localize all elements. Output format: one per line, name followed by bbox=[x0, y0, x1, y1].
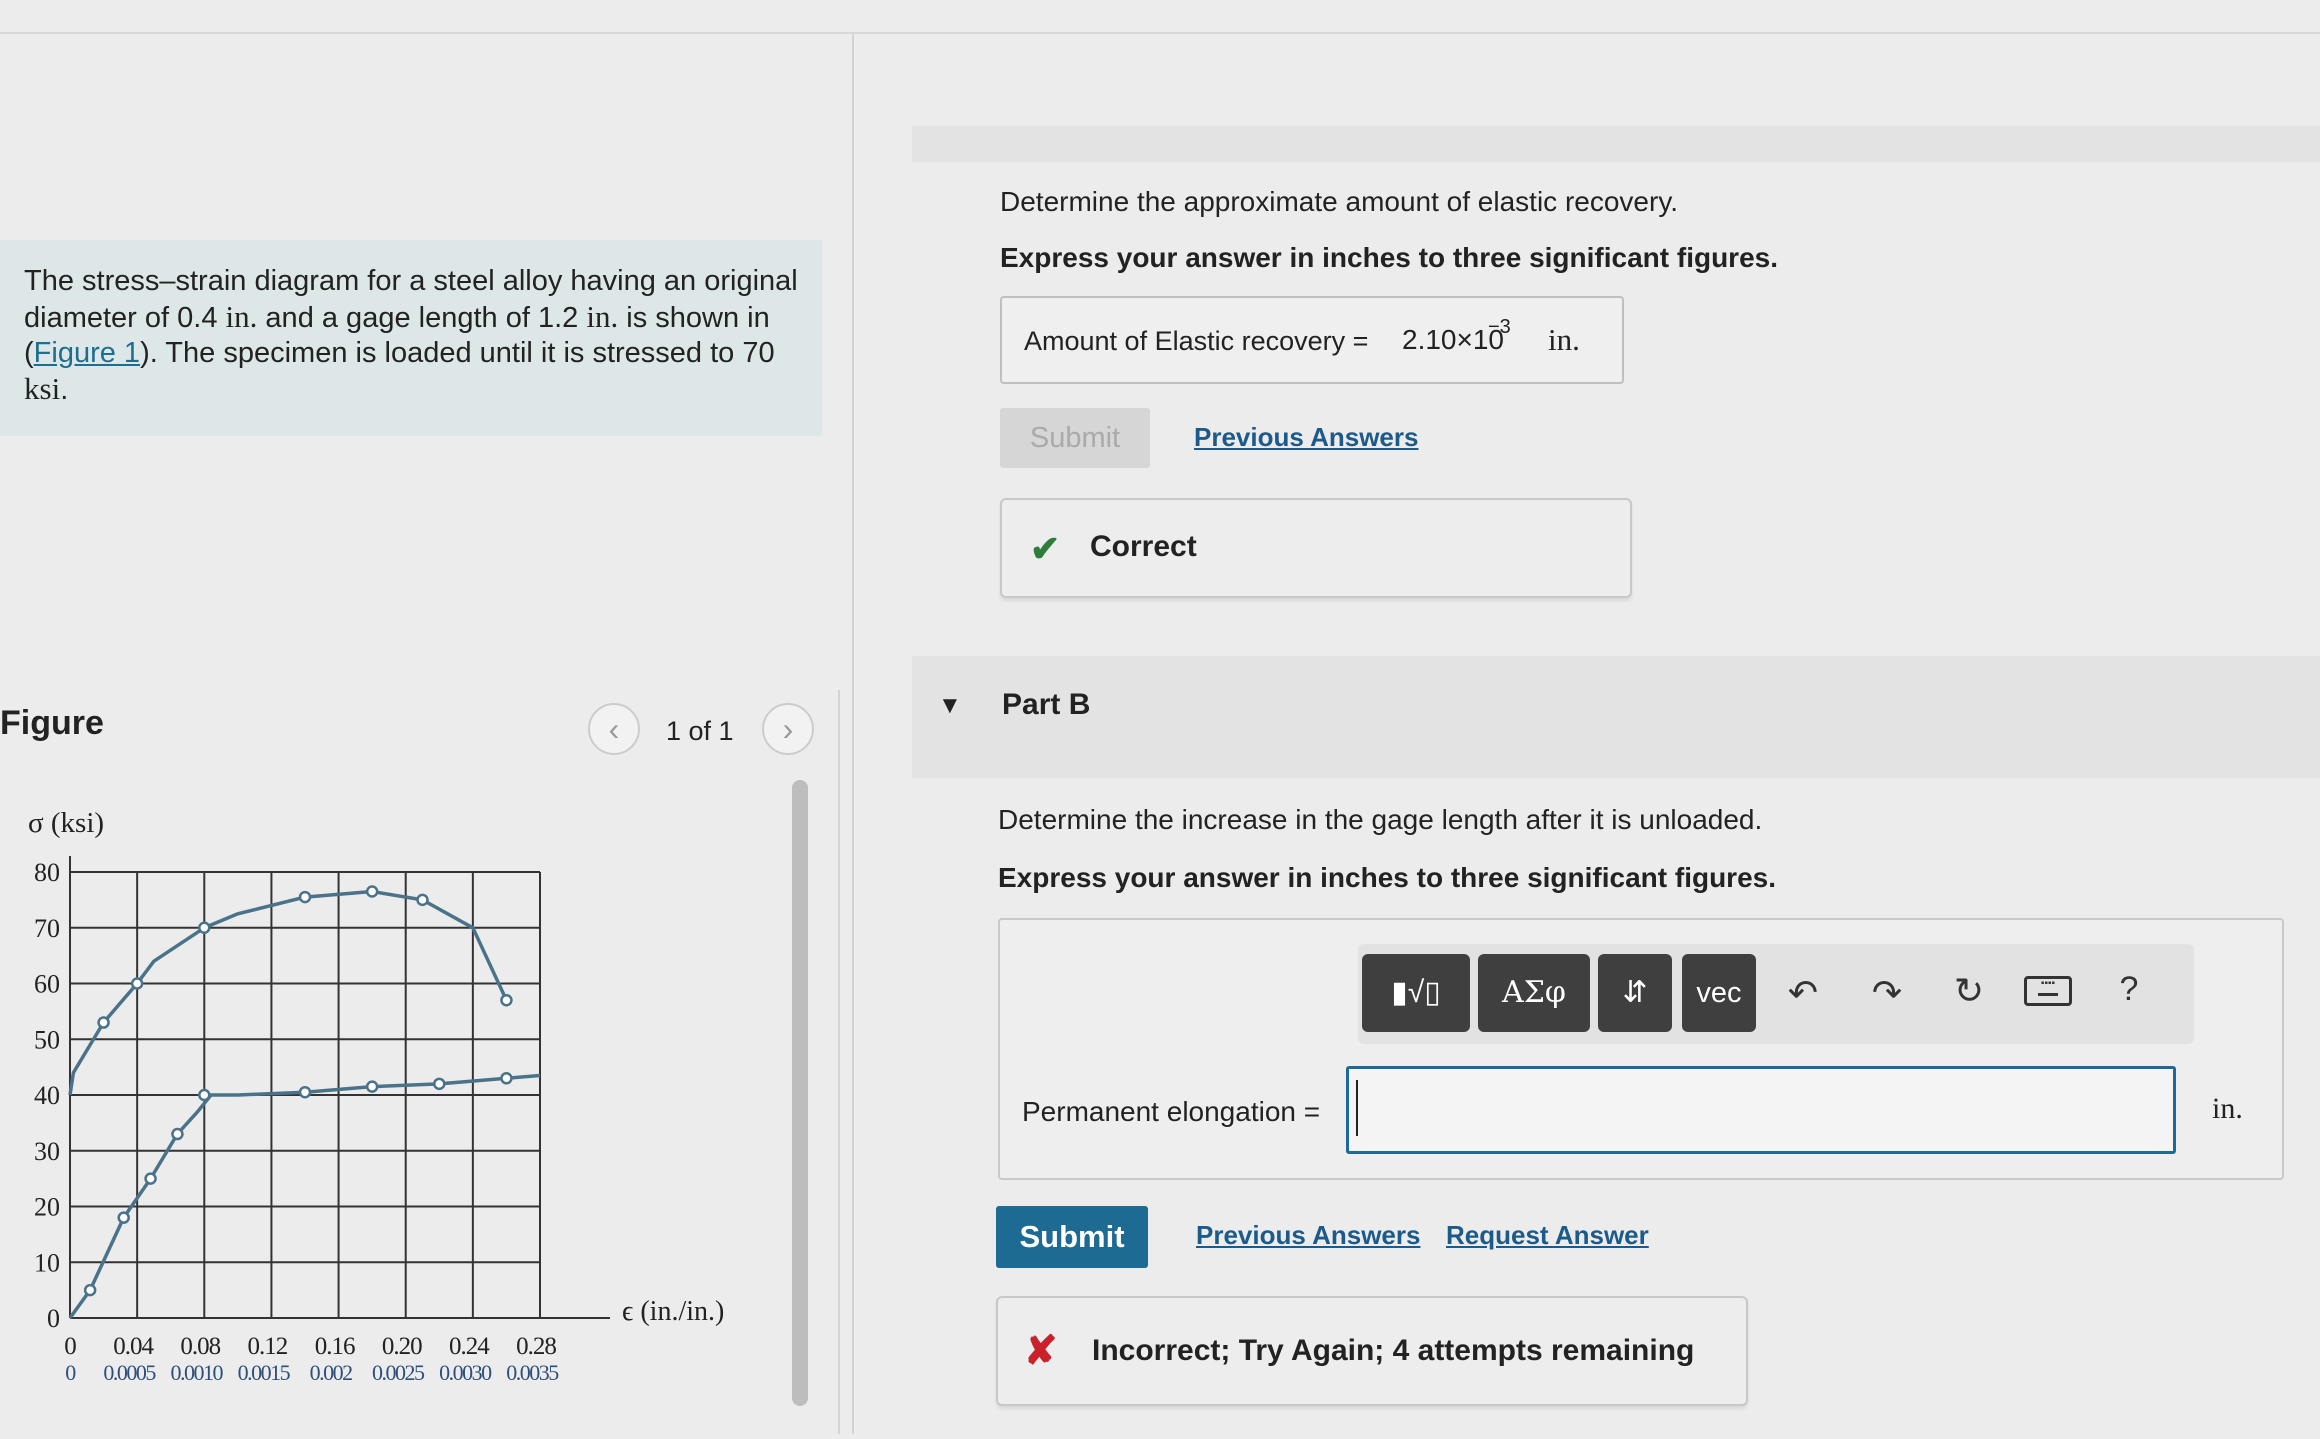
x-tick-label-top: 0.04 bbox=[113, 1333, 154, 1360]
y-tick-label: 10 bbox=[34, 1248, 60, 1277]
top-divider bbox=[0, 32, 2320, 34]
data-point bbox=[365, 885, 379, 898]
data-point bbox=[500, 1072, 513, 1085]
data-point bbox=[130, 977, 144, 990]
page-indicator: 1 of 1 bbox=[666, 716, 734, 746]
data-point bbox=[500, 993, 513, 1007]
x-tick-label-bottom: 0 bbox=[65, 1360, 76, 1385]
unit-in: in. bbox=[586, 299, 619, 334]
x-tick-label-bottom: 0.0025 bbox=[372, 1360, 425, 1385]
data-point bbox=[298, 1085, 312, 1099]
checkmark-icon: ✔ bbox=[1030, 528, 1061, 569]
arrows-button[interactable]: ⇵ bbox=[1598, 954, 1672, 1032]
x-tick-label-bottom: 0.0005 bbox=[103, 1360, 156, 1385]
x-icon: ✘ bbox=[1024, 1329, 1058, 1373]
part-a-previous-answers-link[interactable]: Previous Answers bbox=[1194, 422, 1418, 453]
y-tick-label: 30 bbox=[34, 1137, 60, 1166]
greek-symbols-button[interactable]: ΑΣφ bbox=[1478, 954, 1590, 1032]
x-tick-label-top: 0.20 bbox=[382, 1333, 422, 1360]
permanent-elongation-unit: in. bbox=[2212, 1092, 2243, 1125]
part-a-instruction: Express your answer in inches to three s… bbox=[1000, 242, 1778, 273]
chevron-left-icon: ‹ bbox=[608, 711, 620, 747]
next-figure-button[interactable]: › bbox=[762, 703, 814, 755]
x-tick-label-bottom: 0.0035 bbox=[506, 1360, 559, 1385]
x-axis-label: ϵ (in./in.) bbox=[622, 1296, 724, 1327]
part-b-header[interactable] bbox=[912, 656, 2320, 778]
part-b-title[interactable]: Part B bbox=[1002, 688, 1090, 722]
x-tick-label-top: 0 bbox=[64, 1333, 76, 1360]
y-tick-label: 80 bbox=[34, 858, 60, 887]
figure-link[interactable]: Figure 1 bbox=[34, 337, 140, 369]
x-tick-label-top: 0.08 bbox=[180, 1333, 220, 1360]
x-tick-label-bottom: 0.0010 bbox=[171, 1360, 224, 1385]
y-tick-label: 60 bbox=[34, 970, 60, 999]
part-a-question: Determine the approximate amount of elas… bbox=[1000, 186, 1679, 217]
data-point bbox=[433, 1077, 446, 1091]
pane-divider bbox=[852, 34, 854, 1434]
data-point bbox=[97, 1016, 110, 1029]
data-point bbox=[117, 1211, 130, 1224]
y-tick-label: 0 bbox=[47, 1304, 60, 1333]
part-b-previous-answers-link[interactable]: Previous Answers bbox=[1196, 1220, 1420, 1251]
figure-label: Figure bbox=[0, 704, 104, 742]
caret-down-icon[interactable]: ▼ bbox=[938, 692, 962, 720]
data-point bbox=[198, 921, 211, 934]
x-tick-label-bottom: 0.002 bbox=[310, 1360, 353, 1385]
part-a-feedback-text: Correct bbox=[1090, 530, 1197, 563]
figure-panel: 0 10 20 30 40 50 60 70 80 0 0.04 0.08 0.12 0.16 0.20 0.… bbox=[0, 768, 830, 1434]
x-tick-label-bottom: 0.0030 bbox=[439, 1360, 492, 1385]
part-b-instruction: Express your answer in inches to three s… bbox=[998, 862, 1776, 893]
unit-in: in. bbox=[225, 299, 258, 334]
y-tick-label: 70 bbox=[34, 914, 60, 943]
help-button[interactable]: ? bbox=[2104, 970, 2154, 1009]
problem-text-4: ). The specimen is loaded until it is st… bbox=[140, 337, 775, 369]
stress-strain-chart: 010203040506070800 0.04 0.08 0.12 0.16 0.20 0.… bbox=[28, 807, 724, 1385]
part-b-submit-button[interactable]: Submit bbox=[996, 1206, 1148, 1268]
keyboard-icon[interactable]: ▪▪▪▪ ▬▬ bbox=[2024, 976, 2072, 1006]
x-tick-label-bottom: 0.0015 bbox=[238, 1360, 291, 1385]
templates-button[interactable]: ▮√▯ bbox=[1362, 954, 1470, 1032]
problem-text-5: . bbox=[60, 374, 69, 406]
data-point bbox=[144, 1172, 157, 1185]
y-axis-label: σ (ksi) bbox=[28, 807, 104, 839]
data-point bbox=[365, 1080, 379, 1093]
x-tick-label-top: 0.12 bbox=[248, 1333, 288, 1360]
reset-icon[interactable]: ↻ bbox=[1944, 970, 1994, 1012]
chevron-right-icon: › bbox=[782, 711, 794, 747]
prev-figure-button[interactable]: ‹ bbox=[588, 703, 640, 755]
figure-scrollbar[interactable] bbox=[792, 780, 808, 1406]
problem-statement: The stress–strain diagram for a steel al… bbox=[24, 264, 804, 408]
x-tick-label-top: 0.24 bbox=[449, 1333, 490, 1360]
y-tick-label: 50 bbox=[34, 1025, 60, 1054]
data-point bbox=[298, 890, 312, 904]
data-point bbox=[83, 1283, 97, 1297]
request-answer-link[interactable]: Request Answer bbox=[1446, 1220, 1649, 1251]
data-point bbox=[171, 1127, 184, 1141]
permanent-elongation-label: Permanent elongation = bbox=[1022, 1096, 1321, 1127]
part-a-header-band bbox=[912, 126, 2320, 162]
part-a-answer-unit: in. bbox=[1548, 322, 1580, 357]
part-b-feedback-text: Incorrect; Try Again; 4 attempts remaini… bbox=[1092, 1334, 1695, 1367]
x-tick-label-top: 0.28 bbox=[516, 1333, 556, 1360]
redo-icon[interactable]: ↷ bbox=[1862, 972, 1912, 1014]
vector-button[interactable]: vec bbox=[1682, 954, 1756, 1032]
y-tick-label: 40 bbox=[34, 1081, 60, 1110]
text-cursor bbox=[1356, 1080, 1358, 1136]
part-a-answer-label: Amount of Elastic recovery = bbox=[1024, 326, 1369, 356]
curve-series-1 bbox=[68, 889, 508, 1096]
part-b-question: Determine the increase in the gage lengt… bbox=[998, 804, 1763, 835]
part-a-answer-exponent: −3 bbox=[1488, 316, 1511, 338]
part-a-submit-button[interactable]: Submit bbox=[1000, 408, 1150, 468]
unit-ksi: ksi bbox=[24, 371, 61, 406]
y-tick-label: 20 bbox=[34, 1193, 60, 1222]
figure-pane-border bbox=[838, 690, 840, 1434]
permanent-elongation-input[interactable] bbox=[1346, 1066, 2176, 1154]
data-point bbox=[416, 893, 429, 907]
undo-icon[interactable]: ↶ bbox=[1778, 972, 1828, 1014]
x-tick-label-top: 0.16 bbox=[315, 1333, 355, 1360]
data-point bbox=[198, 1088, 211, 1102]
problem-text-2: and a gage length of 1.2 bbox=[257, 302, 587, 334]
